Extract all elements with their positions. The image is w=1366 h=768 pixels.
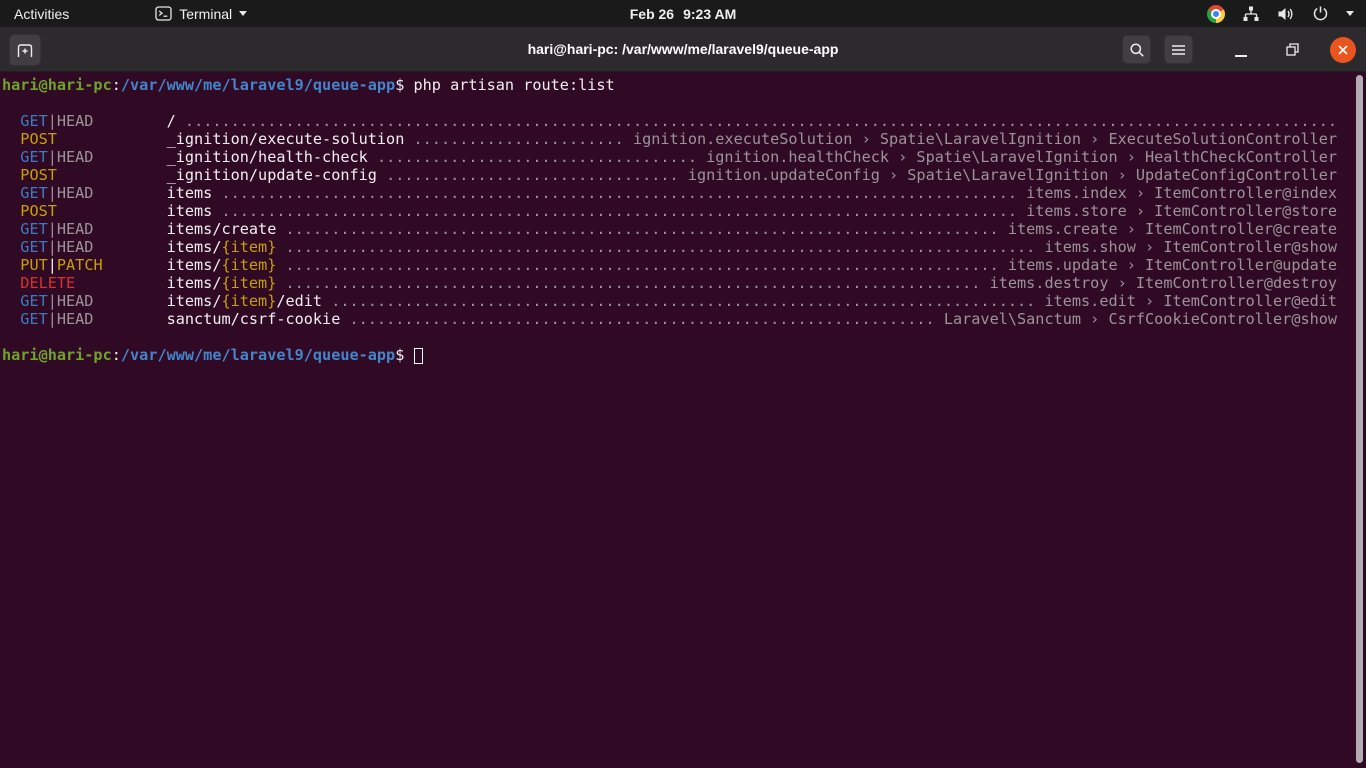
minimize-button[interactable] — [1228, 37, 1254, 63]
route-line: GET|HEAD / .............................… — [2, 112, 1366, 130]
shell-prompt-line: hari@hari-pc:/var/www/me/laravel9/queue-… — [2, 346, 1366, 364]
hamburger-menu-icon — [1171, 44, 1186, 56]
route-line: POST _ignition/execute-solution ........… — [2, 130, 1366, 148]
route-line: GET|HEAD items/{item}/edit .............… — [2, 292, 1366, 310]
system-menu-chevron-icon — [1346, 11, 1354, 16]
terminal-app-icon — [155, 6, 172, 21]
new-tab-button[interactable] — [9, 34, 41, 66]
wired-network-icon — [1242, 6, 1260, 22]
terminal-scrollbar-thumb[interactable] — [1356, 75, 1363, 763]
route-line: GET|HEAD items/{item} ..................… — [2, 238, 1366, 256]
terminal-screen[interactable]: hari@hari-pc:/var/www/me/laravel9/queue-… — [0, 72, 1366, 768]
chevron-down-icon — [239, 11, 247, 16]
route-line: GET|HEAD items/create ..................… — [2, 220, 1366, 238]
terminal-scrollbar — [1354, 73, 1366, 768]
app-indicator-label: Terminal — [179, 6, 232, 22]
route-line: GET|HEAD sanctum/csrf-cookie ...........… — [2, 310, 1366, 328]
volume-icon — [1277, 6, 1295, 22]
route-line: PUT|PATCH items/{item} .................… — [2, 256, 1366, 274]
route-line: POST items .............................… — [2, 202, 1366, 220]
maximize-button[interactable] — [1279, 37, 1305, 63]
terminal-cursor — [414, 348, 423, 364]
minimize-icon — [1235, 55, 1247, 57]
blank-line — [2, 94, 1366, 112]
power-icon — [1312, 5, 1329, 22]
route-line: GET|HEAD items .........................… — [2, 184, 1366, 202]
activities-label: Activities — [14, 6, 69, 22]
shell-prompt-line: hari@hari-pc:/var/www/me/laravel9/queue-… — [2, 76, 1366, 94]
route-line: GET|HEAD _ignition/health-check ........… — [2, 148, 1366, 166]
menu-button[interactable] — [1164, 35, 1193, 64]
clock-time: 9:23 AM — [683, 6, 736, 22]
search-button[interactable] — [1122, 35, 1151, 64]
route-line: POST _ignition/update-config ...........… — [2, 166, 1366, 184]
new-tab-icon — [15, 43, 35, 58]
close-icon — [1337, 44, 1349, 56]
search-icon — [1129, 42, 1145, 58]
blank-line — [2, 328, 1366, 346]
clock-date: Feb 26 — [630, 6, 674, 22]
terminal-titlebar: hari@hari-pc: /var/www/me/laravel9/queue… — [0, 27, 1366, 72]
restore-window-icon — [1286, 43, 1299, 56]
gnome-top-bar: Activities Terminal Feb 26 9:23 AM — [0, 0, 1366, 27]
app-indicator-terminal[interactable]: Terminal — [145, 0, 257, 27]
route-line: DELETE items/{item} ....................… — [2, 274, 1366, 292]
activities-button[interactable]: Activities — [0, 0, 83, 27]
titlebar-controls — [1122, 27, 1356, 72]
system-status-area[interactable] — [1207, 0, 1366, 27]
chrome-icon — [1207, 5, 1225, 23]
close-button[interactable] — [1330, 37, 1356, 63]
